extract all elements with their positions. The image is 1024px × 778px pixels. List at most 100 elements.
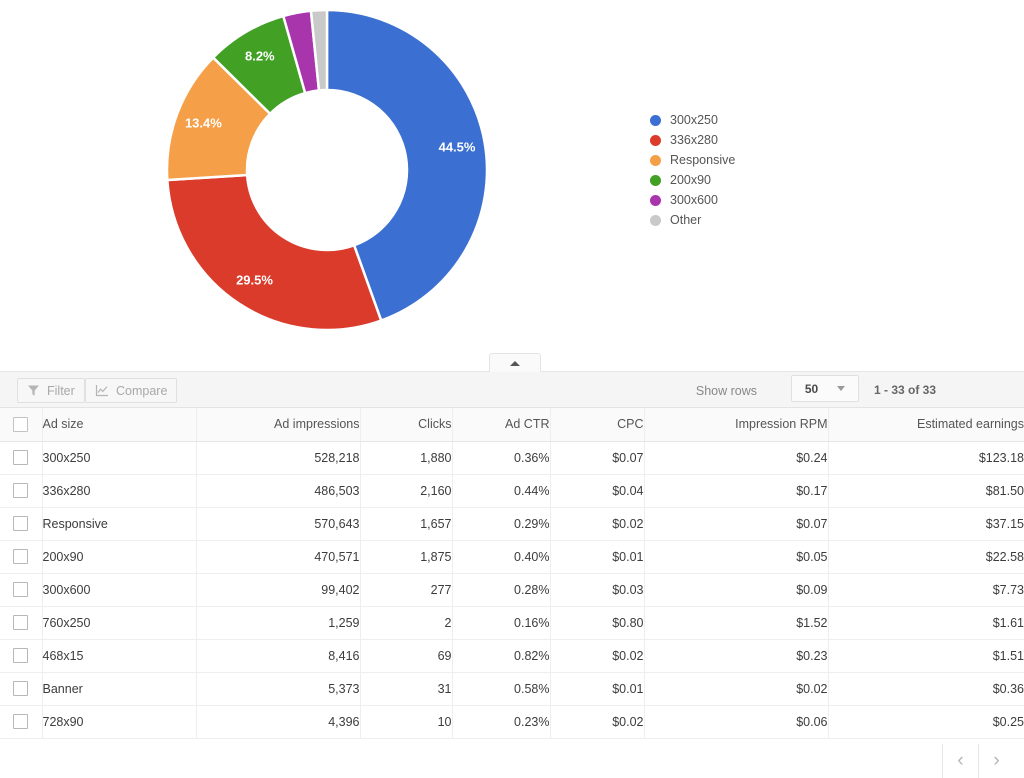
table-row[interactable]: 336x280 486,503 2,160 0.44% $0.04 $0.17 $81.50 <box>0 474 1024 508</box>
row-checkbox[interactable] <box>13 450 29 466</box>
legend-item[interactable]: 336x280 <box>650 130 850 150</box>
cell-clicks: 1,875 <box>360 540 453 574</box>
legend-label: 300x250 <box>670 113 718 127</box>
cell-ctr: 0.28% <box>452 573 551 607</box>
cell-cpc: $0.03 <box>550 573 645 607</box>
cell-impressions: 486,503 <box>196 474 361 508</box>
table-toolbar: Filter Compare Show rows ‹ › <box>0 371 1024 778</box>
row-checkbox[interactable] <box>13 483 29 499</box>
legend-item[interactable]: Other <box>650 210 850 230</box>
cell-ad-size: Responsive <box>42 507 197 541</box>
legend-item[interactable]: 300x600 <box>650 190 850 210</box>
row-checkbox[interactable] <box>13 648 29 664</box>
table-row[interactable]: Responsive 570,643 1,657 0.29% $0.02 $0.07 $37… <box>0 507 1024 541</box>
legend-item[interactable]: 200x90 <box>650 170 850 190</box>
column-header-cpc[interactable]: CPC <box>550 408 645 442</box>
next-page-button[interactable]: › <box>978 744 1014 778</box>
cell-clicks: 277 <box>360 573 453 607</box>
cell-ad-size: 300x600 <box>42 573 197 607</box>
cell-ctr: 0.82% <box>452 639 551 673</box>
chart-legend: 300x250 336x280 Responsive 200x90 300x600 Oth… <box>650 110 850 230</box>
cell-rpm: $0.17 <box>644 474 829 508</box>
cell-clicks: 1,657 <box>360 507 453 541</box>
cell-ad-size: 728x90 <box>42 705 197 739</box>
legend-label: 336x280 <box>670 133 718 147</box>
row-checkbox[interactable] <box>13 615 29 631</box>
column-header-ad-size[interactable]: Ad size <box>42 408 197 442</box>
column-header-clicks[interactable]: Clicks <box>360 408 453 442</box>
row-checkbox[interactable] <box>13 582 29 598</box>
row-select-cell[interactable] <box>0 672 43 706</box>
row-checkbox[interactable] <box>13 681 29 697</box>
cell-ad-size: 760x250 <box>42 606 197 640</box>
cell-earnings: $0.25 <box>828 705 1024 739</box>
row-select-cell[interactable] <box>0 639 43 673</box>
column-header-ad-impressions[interactable]: Ad impressions <box>196 408 361 442</box>
row-select-cell[interactable] <box>0 474 43 508</box>
table-row[interactable]: Banner 5,373 31 0.58% $0.01 $0.02 $0.36 <box>0 672 1024 706</box>
legend-color-swatch <box>650 194 661 206</box>
row-select-cell[interactable] <box>0 606 43 640</box>
cell-rpm: $0.09 <box>644 573 829 607</box>
column-header-estimated-earnings[interactable]: Estimated earnings <box>828 408 1024 442</box>
cell-rpm: $0.05 <box>644 540 829 574</box>
row-select-cell[interactable] <box>0 573 43 607</box>
select-all-checkbox[interactable] <box>13 416 29 432</box>
compare-button[interactable]: Compare <box>85 378 178 403</box>
previous-page-button[interactable]: ‹ <box>942 744 978 778</box>
legend-item[interactable]: 300x250 <box>650 110 850 130</box>
donut-slice-label: 29.5% <box>236 272 273 287</box>
compare-label: Compare <box>116 383 168 398</box>
column-header-ad-ctr[interactable]: Ad CTR <box>452 408 551 442</box>
cell-impressions: 8,416 <box>196 639 361 673</box>
cell-rpm: $0.02 <box>644 672 829 706</box>
row-select-cell[interactable] <box>0 705 43 739</box>
cell-impressions: 1,259 <box>196 606 361 640</box>
row-checkbox[interactable] <box>13 714 29 730</box>
cell-cpc: $0.07 <box>550 441 645 475</box>
row-checkbox[interactable] <box>13 516 29 532</box>
table-row[interactable]: 200x90 470,571 1,875 0.40% $0.01 $0.05 $22.58 <box>0 540 1024 574</box>
legend-item[interactable]: Responsive <box>650 150 850 170</box>
select-all-header[interactable] <box>0 408 43 442</box>
cell-cpc: $0.04 <box>550 474 645 508</box>
row-select-cell[interactable] <box>0 507 43 541</box>
filter-button[interactable]: Filter <box>17 378 85 403</box>
legend-color-swatch <box>650 174 661 186</box>
cell-clicks: 31 <box>360 672 453 706</box>
cell-earnings: $7.73 <box>828 573 1024 607</box>
chevron-left-icon: ‹ <box>957 750 964 771</box>
column-header-impression-rpm[interactable]: Impression RPM <box>644 408 829 442</box>
show-rows-label: Show rows <box>695 384 757 398</box>
cell-cpc: $0.02 <box>550 507 645 541</box>
collapse-chart-tab[interactable] <box>489 353 541 372</box>
cell-impressions: 570,643 <box>196 507 361 541</box>
table-row[interactable]: 728x90 4,396 10 0.23% $0.02 $0.06 $0.25 <box>0 705 1024 739</box>
table-row[interactable]: 300x600 99,402 277 0.28% $0.03 $0.09 $7.73 <box>0 573 1024 607</box>
table-row[interactable]: 300x250 528,218 1,880 0.36% $0.07 $0.24 $123.1… <box>0 441 1024 475</box>
donut-slice-label: 8.2% <box>245 48 275 63</box>
cell-ctr: 0.58% <box>452 672 551 706</box>
cell-ad-size: 300x250 <box>42 441 197 475</box>
table-header: Ad size Ad impressions Clicks Ad CTR CPC… <box>0 408 1024 442</box>
legend-color-swatch <box>650 114 661 126</box>
cell-ctr: 0.23% <box>452 705 551 739</box>
donut-chart-svg: 44.5% 29.5% 13.4% 8.2% <box>165 8 489 332</box>
donut-chart[interactable]: 44.5% 29.5% 13.4% 8.2% <box>165 8 489 332</box>
cell-ctr: 0.36% <box>452 441 551 475</box>
row-select-cell[interactable] <box>0 540 43 574</box>
cell-cpc: $0.80 <box>550 606 645 640</box>
legend-color-swatch <box>650 154 661 166</box>
legend-label: Responsive <box>670 153 736 167</box>
row-select-cell[interactable] <box>0 441 43 475</box>
donut-slice[interactable] <box>165 173 383 332</box>
table-row[interactable]: 760x250 1,259 2 0.16% $0.80 $1.52 $1.61 <box>0 606 1024 640</box>
cell-clicks: 1,880 <box>360 441 453 475</box>
table-row[interactable]: 468x15 8,416 69 0.82% $0.02 $0.23 $1.51 <box>0 639 1024 673</box>
cell-clicks: 2 <box>360 606 453 640</box>
cell-cpc: $0.02 <box>550 639 645 673</box>
row-checkbox[interactable] <box>13 549 29 565</box>
cell-earnings: $22.58 <box>828 540 1024 574</box>
rows-per-page-select[interactable]: 50 <box>791 375 859 402</box>
pagination-range: 1 - 33 of 33 <box>874 383 937 397</box>
